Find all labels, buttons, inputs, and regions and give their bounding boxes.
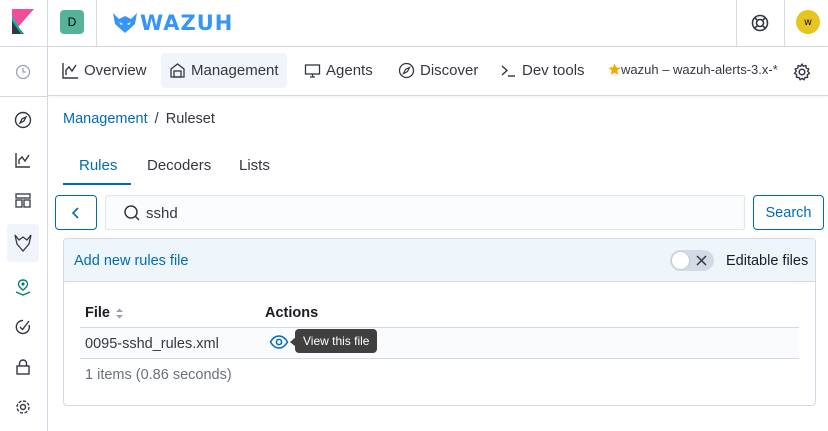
kibana-logo-icon[interactable] <box>12 9 34 34</box>
table-row-divider <box>80 358 799 359</box>
search-bar[interactable] <box>105 195 745 230</box>
visualize-chart-icon[interactable] <box>12 149 34 171</box>
index-pattern-label: wazuh – wazuh-alerts-3.x-* <box>621 62 778 77</box>
uptime-check-icon[interactable] <box>12 316 34 338</box>
breadcrumb-management-link[interactable]: Management <box>63 111 148 127</box>
results-count: 1 items (0.86 seconds) <box>85 367 232 383</box>
tab-label: Overview <box>84 62 147 79</box>
toggle-knob <box>671 251 690 270</box>
tab-dev-tools[interactable]: Dev tools <box>500 53 585 88</box>
search-input[interactable] <box>146 203 726 223</box>
view-eye-icon[interactable] <box>269 333 289 351</box>
active-tab-indicator <box>63 183 131 185</box>
space-avatar[interactable]: D <box>60 10 84 34</box>
index-pattern-selector[interactable]: wazuh – wazuh-alerts-3.x-* <box>608 62 778 77</box>
management-icon <box>170 63 185 78</box>
breadcrumb-separator: / <box>154 111 159 127</box>
panel-header: Add new rules file Editable files <box>64 239 815 282</box>
dev-tools-console-icon <box>501 65 515 77</box>
tab-management[interactable]: Management <box>161 53 287 88</box>
nav-divider <box>0 96 47 97</box>
header-divider <box>784 0 785 47</box>
header-divider <box>47 0 48 47</box>
editable-files-toggle[interactable] <box>670 250 714 271</box>
discover-compass-icon <box>398 62 415 79</box>
tab-discover[interactable]: Discover <box>398 53 478 88</box>
search-icon <box>124 205 140 221</box>
column-header-label: File <box>85 305 110 321</box>
breadcrumb: Management / Ruleset <box>63 111 215 127</box>
security-lock-icon[interactable] <box>12 356 34 378</box>
star-icon <box>608 63 621 75</box>
tab-lists[interactable]: Lists <box>239 157 270 174</box>
side-nav <box>0 47 48 431</box>
wazuh-menu-bar: Overview Management Agents Discover Dev … <box>48 47 828 96</box>
sort-icon <box>115 308 123 318</box>
wazuh-logo[interactable]: WAZUH <box>112 11 233 35</box>
ruleset-tabs: Rules Decoders Lists <box>63 145 823 187</box>
settings-gear-icon[interactable] <box>792 62 812 82</box>
tab-label: Discover <box>420 62 479 79</box>
header-divider <box>736 0 737 47</box>
view-file-tooltip: View this file <box>295 329 378 353</box>
tab-agents[interactable]: Agents <box>304 53 373 88</box>
editable-files-label: Editable files <box>726 253 809 269</box>
overview-chart-icon <box>62 63 78 79</box>
back-button[interactable] <box>55 195 97 230</box>
add-new-rules-file-link[interactable]: Add new rules file <box>74 253 188 269</box>
tab-label: Agents <box>326 62 373 79</box>
tab-rules[interactable]: Rules <box>79 157 117 174</box>
management-gear-icon[interactable] <box>12 396 34 418</box>
wazuh-app-icon[interactable] <box>7 224 39 262</box>
dashboard-icon[interactable] <box>12 189 34 211</box>
tab-label: Management <box>191 62 279 79</box>
recent-clock-icon[interactable] <box>12 61 34 83</box>
file-name-cell[interactable]: 0095-sshd_rules.xml <box>85 336 219 352</box>
column-header-label: Actions <box>265 305 319 321</box>
discover-compass-icon[interactable] <box>12 109 34 131</box>
column-header-file[interactable]: File <box>85 305 124 321</box>
maps-icon[interactable] <box>12 276 34 298</box>
rules-files-panel: Add new rules file Editable files File A… <box>63 238 816 406</box>
column-header-actions: Actions <box>265 305 318 321</box>
tab-label: Dev tools <box>522 62 585 79</box>
cross-icon <box>696 255 707 266</box>
agents-monitor-icon <box>304 64 321 78</box>
tab-decoders[interactable]: Decoders <box>147 157 211 174</box>
help-lifebuoy-icon[interactable] <box>748 11 772 35</box>
brand-name: WAZUH <box>140 11 234 35</box>
top-header: D WAZUH w <box>0 0 828 47</box>
tab-overview[interactable]: Overview <box>62 53 147 88</box>
breadcrumb-current: Ruleset <box>165 111 215 127</box>
header-divider <box>96 0 97 47</box>
search-button[interactable]: Search <box>753 195 824 230</box>
user-avatar[interactable]: w <box>796 10 820 34</box>
wazuh-wolf-icon <box>113 13 137 33</box>
arrow-left-icon <box>71 206 79 219</box>
